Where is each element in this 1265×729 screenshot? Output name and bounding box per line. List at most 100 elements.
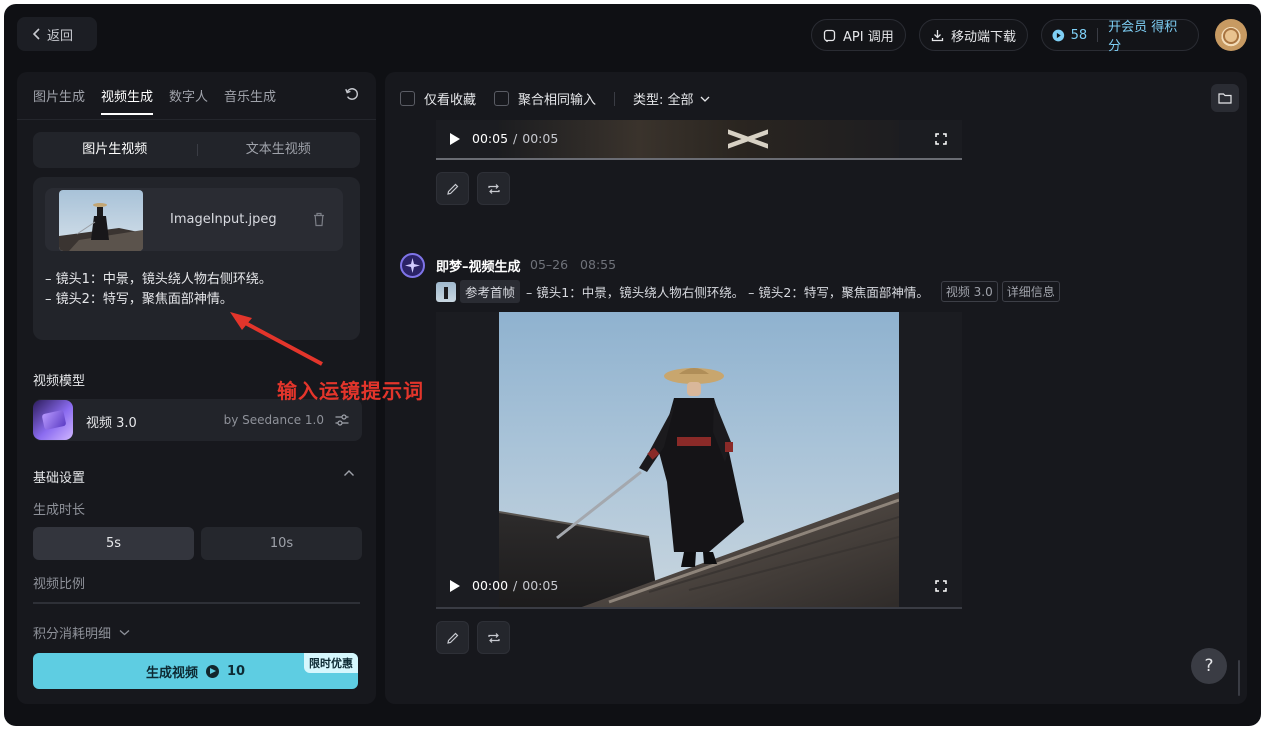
swordsman-thumbnail-art bbox=[59, 203, 143, 251]
dreamina-logo-icon bbox=[400, 253, 425, 278]
video-player-2[interactable]: 00:00 / 00:05 bbox=[436, 312, 962, 608]
aspect-ratio-scroll-edge bbox=[33, 602, 360, 604]
fullscreen-icon[interactable] bbox=[935, 133, 947, 145]
video-2-duration: 00:05 bbox=[522, 578, 559, 593]
tab-video-generation[interactable]: 视频生成 bbox=[101, 86, 154, 115]
video-1-current-time: 00:05 bbox=[472, 131, 509, 146]
video-2-progress[interactable] bbox=[436, 607, 962, 609]
duration-5s-button[interactable]: 5s bbox=[33, 527, 194, 560]
trash-icon[interactable] bbox=[312, 212, 326, 227]
tab-music-generation[interactable]: 音乐生成 bbox=[224, 86, 276, 115]
detail-info-tag[interactable]: 详细信息 bbox=[1001, 281, 1060, 302]
star-logo-icon bbox=[405, 258, 420, 273]
prompt-line: – 镜头1：中景，镜头绕人物右侧环绕。 bbox=[45, 272, 272, 287]
repeat-icon bbox=[488, 633, 500, 643]
video-1-duration: 00:05 bbox=[522, 131, 559, 146]
help-button[interactable]: ? bbox=[1191, 648, 1227, 684]
credits-vip-pill[interactable]: 58 开会员 得积分 bbox=[1041, 16, 1199, 54]
mobile-download-button[interactable]: 移动端下载 bbox=[919, 19, 1029, 51]
mobile-download-label: 移动端下载 bbox=[951, 29, 1017, 45]
model-tag: 视频 3.0 bbox=[940, 281, 998, 302]
results-scrollbar[interactable] bbox=[1238, 660, 1240, 696]
type-filter-label: 类型: 全部 bbox=[633, 93, 694, 108]
chevron-up-icon[interactable] bbox=[343, 469, 355, 477]
cost-detail-toggle[interactable]: 积分消耗明细 bbox=[33, 623, 130, 642]
play-icon[interactable] bbox=[450, 579, 460, 592]
model-name: 视频 3.0 bbox=[86, 416, 137, 431]
credit-coin-icon bbox=[1052, 29, 1065, 41]
video-model-label: 视频模型 bbox=[33, 374, 86, 389]
merge-checkbox[interactable] bbox=[494, 91, 510, 106]
chevron-down-icon bbox=[700, 96, 710, 102]
duration-10s-button[interactable]: 10s bbox=[201, 527, 362, 560]
favorites-only-filter[interactable]: 仅看收藏 bbox=[400, 89, 476, 108]
regenerate-button[interactable] bbox=[477, 621, 510, 654]
video-1-controls: 00:05 / 00:05 bbox=[450, 131, 558, 146]
user-avatar[interactable] bbox=[1215, 19, 1247, 51]
tab-digital-human[interactable]: 数字人 bbox=[169, 86, 208, 115]
mode-image-to-video[interactable]: 图片生视频 bbox=[33, 132, 197, 168]
type-filter-dropdown[interactable]: 类型: 全部 bbox=[633, 89, 710, 108]
credit-count: 58 bbox=[1070, 27, 1088, 43]
generation-tabs: 图片生成 视频生成 数字人 音乐生成 bbox=[33, 86, 276, 115]
regenerate-button[interactable] bbox=[477, 172, 510, 205]
api-label: API 调用 bbox=[843, 29, 894, 45]
reference-frame-chip[interactable]: 参考首帧 bbox=[460, 280, 521, 303]
video-frame-1-collar bbox=[728, 120, 768, 158]
model-selector[interactable]: 视频 3.0 by Seedance 1.0 bbox=[33, 399, 362, 441]
pill-divider bbox=[1097, 28, 1099, 42]
video-2-current-time: 00:00 bbox=[472, 578, 509, 593]
app-window: 返回 API 调用 移动端下载 58 开会员 得积分 图片生成 视频生成 数字人… bbox=[4, 4, 1261, 726]
filter-divider bbox=[614, 91, 616, 106]
refresh-icon[interactable] bbox=[344, 86, 360, 102]
generate-video-button[interactable]: 生成视频 10 限时优惠 bbox=[33, 653, 358, 689]
chevron-down-icon bbox=[119, 630, 130, 636]
entry-timestamp: 05–26 08:55 bbox=[530, 257, 616, 272]
tab-image-generation[interactable]: 图片生成 bbox=[33, 86, 85, 115]
generate-label: 生成视频 bbox=[145, 665, 198, 681]
back-label: 返回 bbox=[47, 28, 74, 44]
favorites-checkbox[interactable] bbox=[400, 91, 415, 106]
chevron-left-icon bbox=[33, 28, 40, 40]
reference-frame-thumbnail[interactable] bbox=[436, 281, 456, 302]
download-icon bbox=[931, 29, 944, 41]
favorites-only-label: 仅看收藏 bbox=[424, 93, 477, 108]
folder-button[interactable] bbox=[1211, 84, 1239, 112]
credit-coin-icon bbox=[205, 664, 219, 678]
video-1-progress[interactable] bbox=[436, 158, 962, 160]
repeat-icon bbox=[488, 184, 500, 194]
entry-description: 参考首帧 – 镜头1：中景，镜头绕人物右侧环绕。 – 镜头2：特写，聚焦面部神情… bbox=[436, 280, 1060, 303]
edit-button[interactable] bbox=[436, 172, 469, 205]
aspect-ratio-label: 视频比例 bbox=[33, 577, 86, 592]
filter-bar: 仅看收藏 聚合相同输入 类型: 全部 bbox=[400, 89, 728, 108]
entry-time: 08:55 bbox=[580, 257, 617, 272]
api-button[interactable]: API 调用 bbox=[811, 19, 906, 51]
merge-input-filter[interactable]: 聚合相同输入 bbox=[494, 89, 596, 108]
sliders-icon[interactable] bbox=[334, 412, 350, 428]
folder-icon bbox=[1218, 93, 1232, 104]
fullscreen-icon[interactable] bbox=[935, 580, 947, 592]
duration-label: 生成时长 bbox=[33, 503, 86, 518]
entry-date: 05–26 bbox=[530, 257, 569, 272]
camera-prompt-text[interactable]: – 镜头1：中景，镜头绕人物右侧环绕。 – 镜头2：特写，聚焦面部神情。 bbox=[45, 270, 272, 310]
uploaded-file-card: ImageInput.jpeg bbox=[45, 188, 343, 251]
annotation-caption: 输入运镜提示词 bbox=[277, 379, 424, 403]
back-button[interactable]: 返回 bbox=[17, 17, 97, 51]
api-icon bbox=[823, 29, 836, 42]
merge-input-label: 聚合相同输入 bbox=[518, 93, 597, 108]
uploaded-file-name: ImageInput.jpeg bbox=[170, 212, 277, 227]
entry-prompt: – 镜头1：中景，镜头绕人物右侧环绕。 – 镜头2：特写，聚焦面部神情。 bbox=[526, 285, 929, 300]
play-icon[interactable] bbox=[450, 132, 460, 145]
uploaded-image-thumbnail[interactable] bbox=[59, 190, 143, 251]
swordsman-scene-art bbox=[499, 368, 899, 608]
vip-link[interactable]: 开会员 得积分 bbox=[1108, 16, 1188, 54]
mode-text-to-video[interactable]: 文本生视频 bbox=[196, 132, 361, 168]
edit-button[interactable] bbox=[436, 621, 469, 654]
model-icon bbox=[33, 400, 73, 440]
prompt-box[interactable]: ImageInput.jpeg – 镜头1：中景，镜头绕人物右侧环绕。 – 镜头… bbox=[33, 177, 360, 340]
video-player-1[interactable]: 00:05 / 00:05 bbox=[436, 120, 962, 160]
video-2-controls: 00:00 / 00:05 bbox=[450, 578, 558, 593]
pencil-icon bbox=[447, 632, 459, 644]
video-frame-1 bbox=[499, 120, 899, 158]
promo-badge: 限时优惠 bbox=[304, 653, 358, 673]
